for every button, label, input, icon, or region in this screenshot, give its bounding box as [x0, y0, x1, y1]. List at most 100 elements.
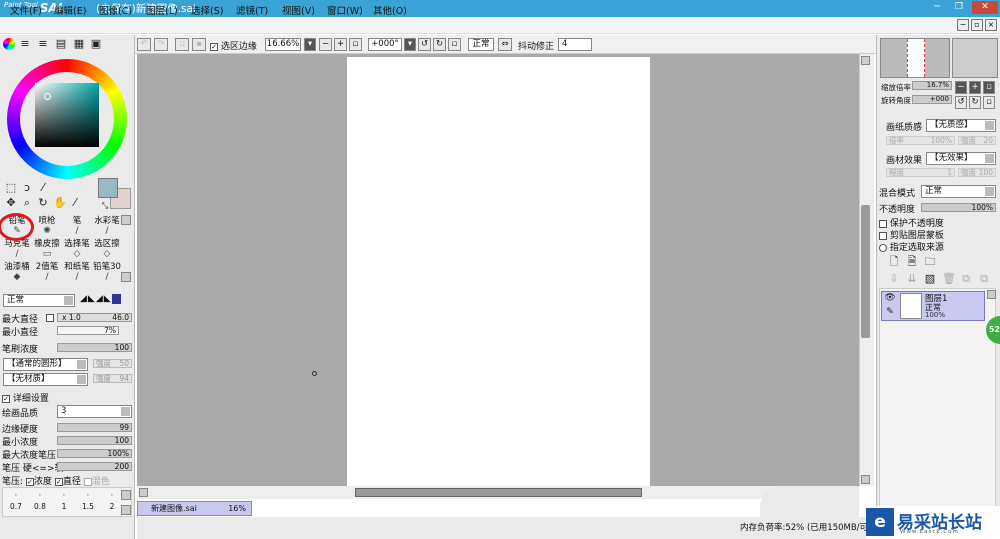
brush-tool-4[interactable]: 马克笔 / — [2, 238, 32, 260]
paste-layer-icon[interactable]: ⧉ — [978, 273, 990, 285]
tool-scroll-down[interactable] — [121, 272, 131, 282]
transfer-down-icon[interactable]: ⇩ — [888, 273, 900, 285]
navigator-preview[interactable] — [880, 38, 950, 78]
delete-layer-icon[interactable]: 🗑 — [942, 273, 956, 285]
brush-tool-6[interactable]: 选择笔 ◇ — [62, 238, 92, 260]
menu-image[interactable]: 图像(C) — [99, 3, 132, 17]
rect-select-icon[interactable]: ⬚ — [5, 182, 17, 194]
new-vector-layer-icon[interactable]: 🗎 — [906, 256, 918, 268]
eyedropper-icon[interactable]: ⁄ — [69, 197, 81, 209]
brush-tool-3[interactable]: 水彩笔 / — [92, 215, 122, 237]
layer-scroll-up[interactable] — [987, 290, 996, 299]
rotate-left-button[interactable]: ↺ — [418, 38, 431, 51]
menu-other[interactable]: 其他(O) — [373, 3, 407, 17]
brush-tool-11[interactable]: 铅笔30/ — [92, 261, 122, 283]
horizontal-scroll-thumb[interactable] — [355, 488, 642, 497]
close-button[interactable]: ✕ — [972, 1, 998, 14]
max-diameter-lock[interactable] — [46, 313, 54, 323]
doc-restore-button[interactable]: ▫ — [971, 19, 983, 31]
min-density-slider[interactable]: 100 — [57, 436, 132, 445]
redo-button[interactable]: ↷ — [154, 38, 168, 51]
minimize-button[interactable]: ─ — [928, 1, 946, 14]
visibility-eye-icon[interactable]: 👁 — [884, 292, 896, 304]
size-preset[interactable]: · 0.7 — [6, 490, 26, 514]
quality-select[interactable]: 3 — [57, 405, 132, 418]
brush-tool-10[interactable]: 和纸笔 / — [62, 261, 92, 283]
effect-strength-slider[interactable]: 强度 100 — [958, 168, 996, 177]
move-icon[interactable]: ✥ — [5, 197, 17, 209]
lasso-icon[interactable]: ↄ — [21, 182, 33, 194]
nav-rotate-left[interactable]: ↺ — [955, 96, 967, 109]
stabilizer-select[interactable]: 4 — [558, 38, 592, 51]
scratchpad-tab-icon[interactable]: ▣ — [90, 38, 102, 50]
magic-wand-icon[interactable]: ⁄ — [37, 182, 49, 194]
flip-button[interactable]: ⇔ — [498, 38, 512, 51]
paper-texture-select[interactable]: 【无质感】 — [926, 119, 996, 132]
mixer-tab-icon[interactable]: ▦ — [73, 38, 85, 50]
undo-button[interactable]: ↶ — [137, 38, 151, 51]
nav-zoom-in[interactable]: + — [969, 81, 981, 94]
swatches-tab-icon[interactable]: ▤ — [55, 38, 67, 50]
invert-select-button[interactable]: ▪ — [192, 38, 206, 51]
angle-dropdown[interactable]: ▾ — [404, 38, 416, 51]
brush-texture-select[interactable]: 【无材质】 — [3, 373, 88, 386]
menu-view[interactable]: 视图(V) — [282, 3, 315, 17]
pressure-mix-checkbox[interactable] — [83, 477, 92, 486]
new-layer-icon[interactable]: 🗋 — [888, 256, 900, 268]
hand-icon[interactable]: ✋ — [53, 197, 67, 209]
brush-tool-2[interactable]: 笔 / — [62, 215, 92, 237]
primary-color-swatch[interactable] — [98, 178, 118, 198]
rgb-slider-tab-icon[interactable]: ≡ — [19, 38, 31, 50]
zoom-out-button[interactable]: − — [319, 38, 332, 51]
new-folder-icon[interactable]: 🗀 — [924, 256, 936, 268]
copy-layer-icon[interactable]: ⧉ — [960, 273, 972, 285]
opacity-slider[interactable]: 100% — [921, 203, 996, 212]
nav-zoom-out[interactable]: − — [955, 81, 967, 94]
pressure-diameter-checkbox[interactable]: ✓ — [54, 477, 63, 486]
size-preset[interactable]: · 1.5 — [78, 490, 98, 514]
shape-strength-slider[interactable]: 强度 50 — [93, 359, 132, 368]
paper[interactable] — [347, 57, 650, 486]
size-scroll-up[interactable] — [121, 490, 131, 500]
angle-input[interactable]: +000° — [368, 38, 402, 51]
color-picker-cursor[interactable] — [44, 93, 51, 100]
size-preset[interactable]: · 0.8 — [30, 490, 50, 514]
pressure-curve-slider[interactable]: 200 — [57, 462, 132, 471]
brush-tool-5[interactable]: 橡皮擦 ▭ — [32, 238, 62, 260]
pressure-density-checkbox[interactable]: ✓ — [25, 477, 34, 486]
color-wheel-tab-icon[interactable] — [3, 38, 15, 50]
scroll-up-button[interactable] — [861, 56, 870, 65]
nav-zoom-slider[interactable]: 16.7% — [912, 81, 952, 90]
layer-pen-icon[interactable]: ✎ — [884, 306, 896, 318]
effect-degree-slider[interactable]: 程度 1 — [886, 168, 955, 177]
size-preset[interactable]: · 2 — [102, 490, 122, 514]
brush-tool-7[interactable]: 选区擦 ◇ — [92, 238, 122, 260]
menu-file[interactable]: 文件(F) — [10, 3, 42, 17]
blend-mode-select[interactable]: 正常 — [921, 185, 996, 198]
selection-source-checkbox[interactable]: 指定选取来源 — [879, 240, 944, 253]
zoom-icon[interactable]: ⌕ — [21, 197, 33, 209]
min-diameter-slider[interactable]: 7% — [57, 326, 119, 335]
hsv-slider-tab-icon[interactable]: ≡ — [37, 38, 49, 50]
paper-strength-slider[interactable]: 强度 20 — [958, 136, 996, 145]
selection-edge-toggle[interactable]: ✓ 选区边缘 — [210, 39, 257, 52]
clear-layer-icon[interactable]: ▧ — [924, 273, 936, 285]
zoom-in-button[interactable]: + — [334, 38, 347, 51]
menu-layer[interactable]: 图层(L) — [146, 3, 178, 17]
size-preset[interactable]: · 1 — [54, 490, 74, 514]
scroll-left-button[interactable] — [139, 488, 148, 497]
zoom-reset-button[interactable]: ▫ — [349, 38, 362, 51]
max-diameter-slider[interactable]: x 1.0 46.0 — [57, 313, 132, 322]
rotate-reset-button[interactable]: ▫ — [448, 38, 461, 51]
detail-settings-toggle[interactable]: ✓ 详细设置 — [2, 391, 49, 404]
brush-tool-8[interactable]: 油漆桶 ◆ — [2, 261, 32, 283]
zoom-input[interactable]: 16.66% — [265, 38, 301, 51]
brush-shape-presets[interactable]: ◢◣◢◣■ — [80, 294, 132, 307]
nav-rotation-slider[interactable]: +000 — [912, 95, 952, 104]
rotate-right-button[interactable]: ↻ — [433, 38, 446, 51]
maximize-button[interactable]: ❐ — [950, 1, 968, 14]
vertical-scroll-thumb[interactable] — [861, 205, 870, 338]
size-scroll-down[interactable] — [121, 505, 131, 515]
doc-close-button[interactable]: × — [985, 19, 997, 31]
tool-scroll-up[interactable] — [121, 215, 131, 225]
